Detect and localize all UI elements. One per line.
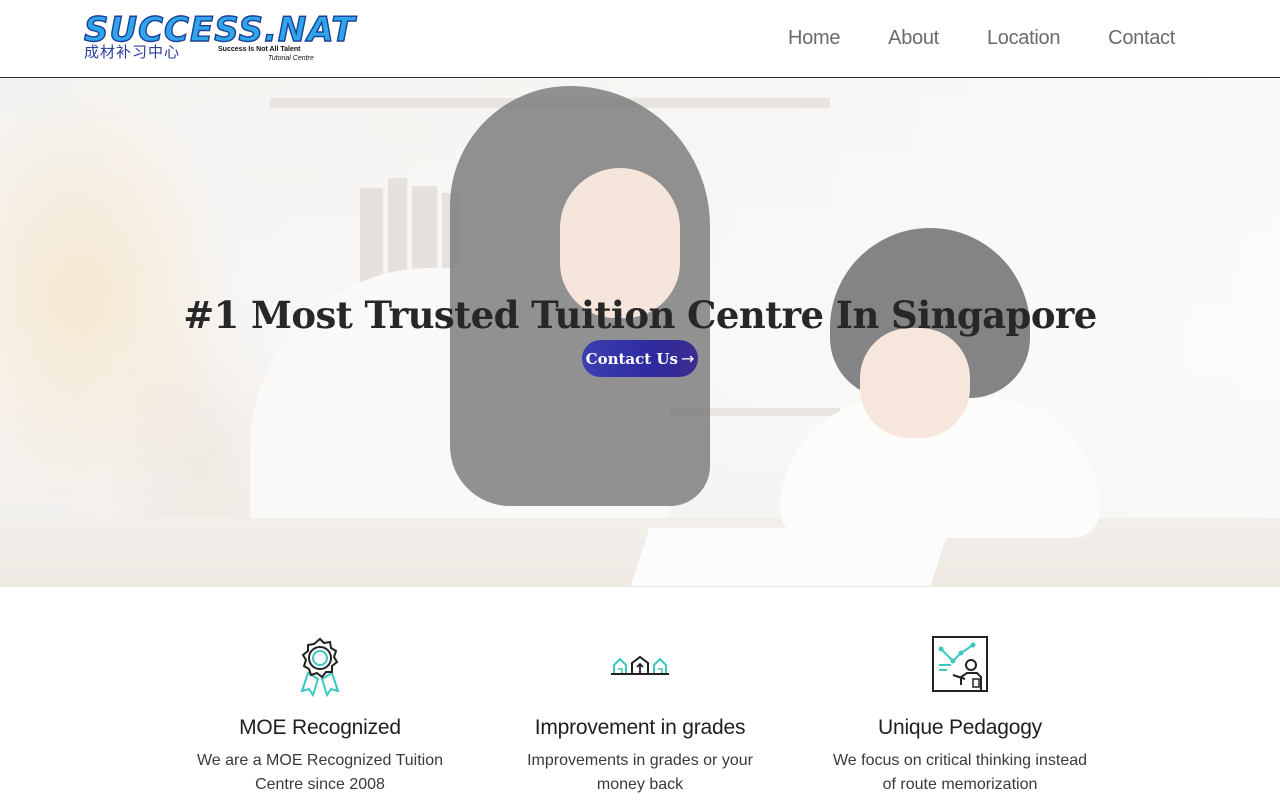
feature-description: We are a MOE Recognized Tuition Centre s… (196, 752, 444, 793)
feature-description: Improvements in grades or your money bac… (527, 752, 753, 793)
site-logo[interactable]: SUCCESS.NAT 成材补习中心 Success Is Not All Ta… (83, 11, 355, 64)
contact-us-button[interactable]: Contact Us → (582, 340, 698, 377)
main-nav: Home About Location Contact (788, 26, 1175, 50)
hero-banner: #1 Most Trusted Tuition Centre In Singap… (0, 78, 1280, 587)
arrow-right-icon: → (680, 349, 695, 368)
nav-location[interactable]: Location (987, 26, 1061, 50)
logo-subtitle: Tutorial Centre (268, 55, 314, 62)
teacher-board-icon (931, 635, 989, 700)
contact-us-label: Contact Us (585, 349, 678, 368)
feature-description: We focus on critical thinking instead of… (832, 752, 1088, 793)
logo-chinese-name: 成材补习中心 (84, 44, 181, 61)
navbar: SUCCESS.NAT 成材补习中心 Success Is Not All Ta… (0, 0, 1280, 78)
logo-tagline: Success Is Not All Talent (218, 46, 301, 53)
nav-about[interactable]: About (888, 26, 939, 50)
features-section: MOE Recognized We are a MOE Recognized T… (0, 587, 1280, 800)
award-ribbon-icon (294, 635, 346, 702)
nav-home[interactable]: Home (788, 26, 840, 50)
feature-title: MOE Recognized (239, 716, 401, 739)
feature-title: Improvement in grades (534, 716, 746, 739)
logo-brand: SUCCESS.NAT (83, 10, 356, 50)
feature-title: Unique Pedagogy (878, 716, 1042, 739)
hero-title: #1 Most Trusted Tuition Centre In Singap… (183, 293, 1097, 337)
nav-contact[interactable]: Contact (1108, 26, 1175, 50)
houses-growth-icon (610, 655, 670, 684)
